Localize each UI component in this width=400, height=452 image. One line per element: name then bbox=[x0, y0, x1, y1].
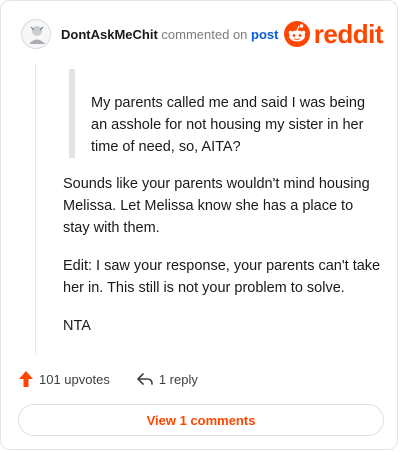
username[interactable]: DontAskMeChit bbox=[61, 27, 158, 42]
brand-wordmark: reddit bbox=[313, 18, 384, 49]
comment-meta: DontAskMeChit commented on post bbox=[61, 27, 278, 42]
view-comments-button[interactable]: View 1 comments bbox=[18, 404, 384, 436]
comment-paragraph-2: Edit: I saw your response, your parents … bbox=[63, 258, 381, 296]
quote-paragraph: My parents called me and said I was bein… bbox=[91, 95, 366, 155]
reply-button[interactable]: 1 reply bbox=[136, 371, 198, 387]
reply-icon bbox=[137, 373, 153, 385]
reddit-logo[interactable]: reddit bbox=[283, 18, 384, 50]
comment-card: DontAskMeChit commented on post reddit M… bbox=[0, 0, 398, 450]
post-link[interactable]: post bbox=[251, 27, 278, 42]
action-text: commented on bbox=[161, 26, 248, 42]
upvote-arrow-icon bbox=[19, 371, 33, 387]
avatar-icon bbox=[23, 21, 50, 48]
thread-line bbox=[35, 63, 36, 355]
quoted-text: My parents called me and said I was bein… bbox=[69, 69, 369, 158]
comment-paragraph-3: NTA bbox=[63, 318, 91, 334]
reddit-snoo-icon bbox=[283, 21, 310, 47]
comment-body: Sounds like your parents wouldn't mind h… bbox=[63, 173, 381, 353]
upvote-button[interactable]: 101 upvotes bbox=[18, 370, 110, 388]
comment-header: DontAskMeChit commented on post reddit bbox=[21, 17, 384, 51]
avatar[interactable] bbox=[21, 19, 51, 49]
reply-count: 1 reply bbox=[158, 371, 198, 387]
upvote-count: 101 upvotes bbox=[39, 371, 110, 387]
comment-paragraph-1: Sounds like your parents wouldn't mind h… bbox=[63, 176, 370, 236]
comment-actions: 101 upvotes 1 reply bbox=[18, 367, 198, 391]
